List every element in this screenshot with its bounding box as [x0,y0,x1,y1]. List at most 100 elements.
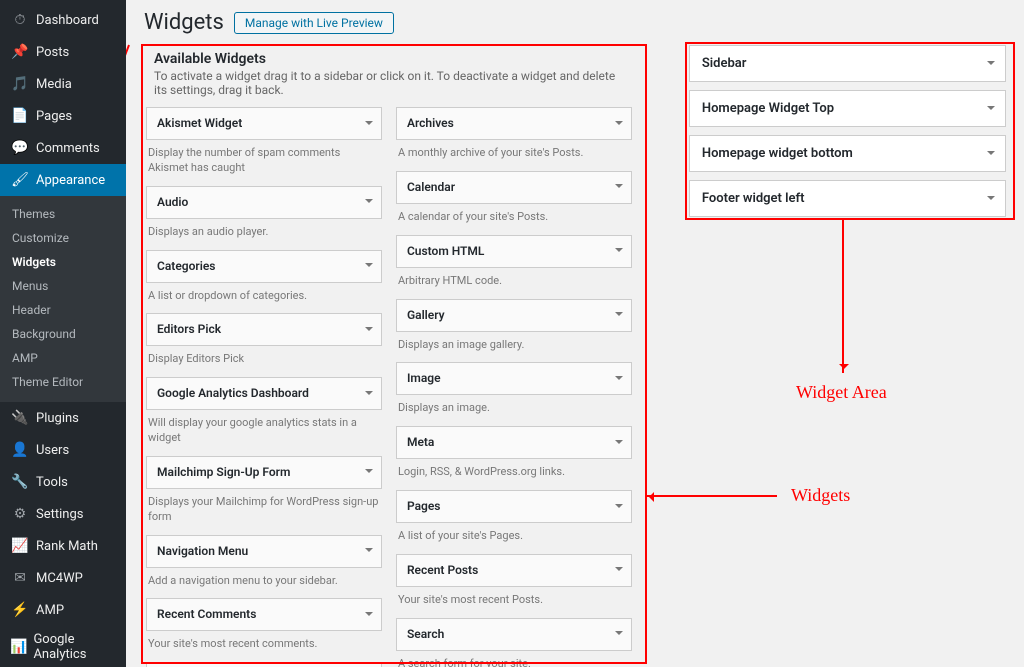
widget-desc: A search form for your site. [398,657,630,667]
submenu-customize[interactable]: Customize [0,226,126,250]
menu-ga[interactable]: 📊 Google Analytics [0,626,126,667]
widget-custom-html[interactable]: Custom HTML [396,235,632,268]
widget-name: Navigation Menu [157,544,248,558]
widget-mailchimp-sign-up-form[interactable]: Mailchimp Sign-Up Form [146,456,382,489]
widget-area-name: Homepage widget bottom [702,146,853,161]
menu-amp[interactable]: ⚡ AMP [0,594,126,626]
menu-comments[interactable]: 💬Comments [0,132,126,164]
widget-area-homepage-widget-bottom[interactable]: Homepage widget bottom [689,135,1006,172]
menu-dashboard[interactable]: ⏱Dashboard [0,4,126,36]
widget-name: Meta [407,435,434,449]
menu-amp-label: AMP [36,603,64,618]
chevron-down-icon [615,631,623,639]
widget-area-homepage-widget-top[interactable]: Homepage Widget Top [689,90,1006,127]
menu-ga-label: Google Analytics [33,632,118,662]
menu-users[interactable]: 👤Users [0,434,126,466]
widget-area-footer-widget-left[interactable]: Footer widget left [689,180,1006,217]
menu-pages-icon: 📄 [10,106,30,126]
chevron-down-icon [615,376,623,384]
menu-amp-icon: ⚡ [10,600,30,620]
menu-posts[interactable]: 📌 Posts [0,36,126,68]
widget-area-sidebar[interactable]: Sidebar [689,45,1006,82]
chevron-down-icon [365,121,373,129]
appearance-submenu: ThemesCustomizeWidgetsMenusHeaderBackgro… [0,196,126,402]
widget-desc: Your site's most recent comments. [148,637,380,652]
widget-navigation-menu[interactable]: Navigation Menu [146,535,382,568]
chevron-down-icon [365,469,373,477]
widget-recent-posts[interactable]: Recent Posts [396,554,632,587]
submenu-background[interactable]: Background [0,322,126,346]
chevron-down-icon [365,548,373,556]
brush-icon: 🖌 [10,170,30,190]
menu-mc4wp[interactable]: ✉MC4WP [0,562,126,594]
menu-media[interactable]: 🎵Media [0,68,126,100]
menu-settings-label: Settings [36,507,83,522]
menu-dashboard-icon: ⏱ [10,10,30,30]
menu-mc4wp-icon: ✉ [10,568,30,588]
submenu-themes[interactable]: Themes [0,202,126,226]
chevron-down-icon [365,327,373,335]
submenu-amp[interactable]: AMP [0,346,126,370]
widget-image[interactable]: Image [396,362,632,395]
submenu-widgets[interactable]: Widgets [0,250,126,274]
menu-comments-icon: 💬 [10,138,30,158]
menu-plugins-label: Plugins [36,411,79,426]
menu-tools[interactable]: 🔧Tools [0,466,126,498]
menu-users-icon: 👤 [10,440,30,460]
chevron-down-icon [987,196,995,204]
widget-rss[interactable]: RSS [146,662,382,667]
menu-rankmath[interactable]: 📈Rank Math [0,530,126,562]
widget-name: Pages [407,499,441,513]
widget-calendar[interactable]: Calendar [396,171,632,204]
menu-appearance[interactable]: 🖌 Appearance [0,164,126,196]
widget-desc: Displays an image gallery. [398,338,630,353]
widget-name: Google Analytics Dashboard [157,386,309,400]
menu-media-icon: 🎵 [10,74,30,94]
widget-akismet-widget[interactable]: Akismet Widget [146,107,382,140]
widget-archives[interactable]: Archives [396,107,632,140]
chevron-down-icon [365,612,373,620]
available-widgets-title: Available Widgets [154,51,630,67]
menu-plugins[interactable]: 🔌Plugins [0,402,126,434]
manage-live-preview-button[interactable]: Manage with Live Preview [234,12,394,34]
chevron-down-icon [615,248,623,256]
chevron-down-icon [987,106,995,114]
widget-audio[interactable]: Audio [146,186,382,219]
widget-name: Akismet Widget [157,116,242,130]
widget-pages[interactable]: Pages [396,490,632,523]
chevron-down-icon [615,121,623,129]
widget-editors-pick[interactable]: Editors Pick [146,313,382,346]
menu-ga-icon: 📊 [10,637,27,657]
widget-desc: Your site's most recent Posts. [398,593,630,608]
widget-meta[interactable]: Meta [396,426,632,459]
admin-sidebar: ⏱Dashboard 📌 Posts 🎵Media📄Pages💬Comments 🖌 … [0,0,126,667]
widget-gallery[interactable]: Gallery [396,299,632,332]
menu-posts-icon: 📌 [10,42,30,62]
submenu-theme-editor[interactable]: Theme Editor [0,370,126,394]
widget-desc: Displays your Mailchimp for WordPress si… [148,495,380,525]
widget-google-analytics-dashboard[interactable]: Google Analytics Dashboard [146,377,382,410]
submenu-header[interactable]: Header [0,298,126,322]
menu-posts-label: Posts [36,45,69,60]
chevron-down-icon [615,312,623,320]
widget-desc: Display Editors Pick [148,352,380,367]
widget-name: Editors Pick [157,322,221,336]
widget-areas-panel: Sidebar Homepage Widget Top Homepage widge… [689,45,1006,667]
widget-categories[interactable]: Categories [146,250,382,283]
widget-name: Recent Posts [407,563,478,577]
widget-name: Archives [407,116,454,130]
chevron-down-icon [987,61,995,69]
widget-desc: Displays an image. [398,401,630,416]
menu-pages[interactable]: 📄Pages [0,100,126,132]
submenu-menus[interactable]: Menus [0,274,126,298]
chevron-down-icon [615,440,623,448]
widget-desc: A monthly archive of your site's Posts. [398,146,630,161]
widget-search[interactable]: Search [396,618,632,651]
widget-name: Mailchimp Sign-Up Form [157,465,290,479]
page-title: Widgets [144,10,224,35]
chevron-down-icon [365,391,373,399]
widget-area-name: Homepage Widget Top [702,101,834,116]
menu-settings[interactable]: ⚙Settings [0,498,126,530]
widget-name: Image [407,371,441,385]
widget-recent-comments[interactable]: Recent Comments [146,598,382,631]
